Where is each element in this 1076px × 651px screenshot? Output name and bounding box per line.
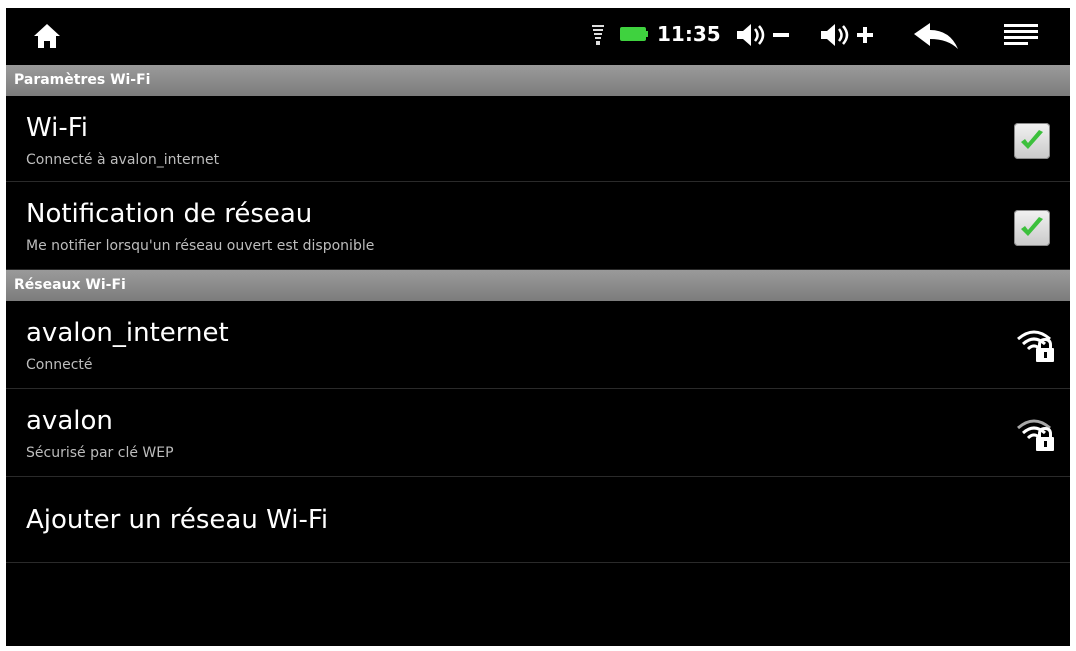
- section-header-wifi-settings: Paramètres Wi-Fi: [6, 65, 1070, 96]
- network-name: avalon_internet: [26, 318, 229, 348]
- wifi-title: Wi-Fi: [26, 113, 89, 143]
- back-icon[interactable]: [912, 21, 960, 51]
- wifi-lock-icon: [1017, 330, 1054, 362]
- section-header-wifi-networks: Réseaux Wi-Fi: [6, 270, 1070, 301]
- network-status: Connecté: [26, 357, 93, 373]
- wifi-summary: Connecté à avalon_internet: [26, 152, 220, 168]
- menu-icon[interactable]: [1004, 23, 1038, 47]
- volume-up-icon[interactable]: [819, 22, 877, 48]
- checkmark-icon: [1021, 130, 1043, 149]
- checkmark-icon: [1021, 217, 1043, 236]
- network-item-avalon-internet[interactable]: avalon_internet Connecté: [6, 301, 1070, 389]
- wifi-signal-icon: [592, 25, 604, 45]
- add-network-label: Ajouter un réseau Wi-Fi: [26, 505, 329, 535]
- network-item-avalon[interactable]: avalon Sécurisé par clé WEP: [6, 389, 1070, 477]
- network-name: avalon: [26, 406, 113, 436]
- add-wifi-network-button[interactable]: Ajouter un réseau Wi-Fi: [6, 477, 1070, 563]
- wifi-checkbox[interactable]: [1014, 123, 1050, 159]
- status-bar: 11:35: [6, 8, 1070, 62]
- volume-down-icon[interactable]: [735, 22, 793, 48]
- notification-summary: Me notifier lorsqu'un réseau ouvert est …: [26, 238, 375, 254]
- battery-icon: [620, 27, 648, 41]
- notification-checkbox[interactable]: [1014, 210, 1050, 246]
- wifi-toggle-row[interactable]: Wi-Fi Connecté à avalon_internet: [6, 96, 1070, 182]
- network-notification-row[interactable]: Notification de réseau Me notifier lorsq…: [6, 182, 1070, 270]
- wifi-settings-screen: 11:35 Paramètres Wi-Fi Wi-Fi Connecté à …: [6, 8, 1070, 646]
- notification-title: Notification de réseau: [26, 199, 313, 229]
- wifi-lock-icon: [1017, 419, 1054, 451]
- clock: 11:35: [657, 22, 721, 46]
- network-status: Sécurisé par clé WEP: [26, 445, 174, 461]
- home-icon[interactable]: [32, 22, 62, 50]
